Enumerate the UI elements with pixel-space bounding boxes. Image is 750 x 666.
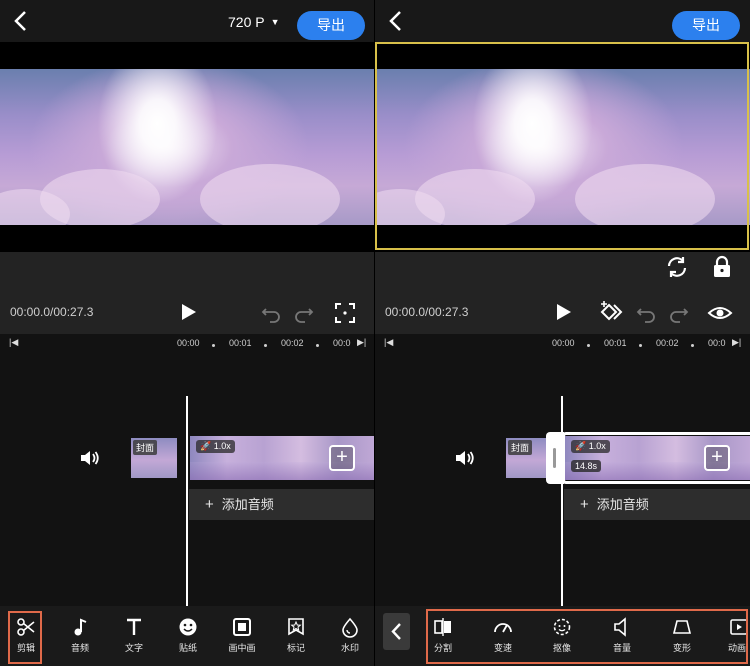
highlight-box — [426, 609, 748, 664]
cover-label: 封面 — [133, 440, 158, 455]
add-clip-button[interactable]: + — [329, 445, 355, 471]
preview-toggle-button[interactable] — [706, 299, 734, 327]
tool-pip[interactable]: 画中画 — [222, 616, 262, 654]
playhead[interactable] — [561, 396, 563, 606]
editor-panel-left: 720 P ▼ 导出 00:00.0/00:27.3 |◀ ▶| 00:00 00… — [0, 0, 375, 666]
chevron-left-icon — [389, 11, 401, 31]
fullscreen-icon — [335, 303, 355, 323]
editor-panel-right: 导出 00:00.0/00:27.3 |◀ ▶| 00:00 00:01 00:… — [375, 0, 750, 666]
text-icon — [127, 618, 141, 635]
tool-text[interactable]: 文字 — [114, 616, 154, 654]
add-audio-label: 添加音频 — [221, 497, 274, 512]
ruler-tick: 00:00 — [177, 338, 200, 348]
ruler-dot — [212, 344, 215, 347]
rotate-icon — [667, 257, 687, 277]
chevron-left-icon — [14, 11, 26, 31]
ruler-dot — [316, 344, 319, 347]
ruler-tick: 00:01 — [229, 338, 252, 348]
ruler-tick: 00:01 — [604, 338, 627, 348]
mute-button[interactable] — [453, 446, 477, 470]
add-audio-label: 添加音频 — [596, 497, 649, 512]
lock-icon — [714, 255, 730, 277]
undo-button[interactable] — [257, 299, 285, 327]
tool-audio[interactable]: 音频 — [60, 616, 100, 654]
ruler-dot — [691, 344, 694, 347]
tool-watermark[interactable]: 水印 — [330, 616, 370, 654]
ruler-tick: 00:02 — [656, 338, 679, 348]
picture-in-picture-icon — [233, 618, 251, 636]
speaker-icon — [456, 451, 474, 465]
redo-button[interactable] — [290, 299, 318, 327]
back-button[interactable] — [6, 6, 36, 36]
video-preview[interactable] — [0, 42, 375, 252]
collapse-toolbar-button[interactable] — [383, 613, 410, 650]
ruler-dot — [639, 344, 642, 347]
ruler-dot — [264, 344, 267, 347]
time-display: 00:00.0/00:27.3 — [385, 305, 469, 319]
star-badge-icon — [288, 618, 304, 636]
play-button[interactable] — [549, 298, 577, 326]
ruler-tick: 00:0 — [708, 338, 726, 348]
redo-icon — [295, 308, 314, 323]
resolution-label: 720 P — [228, 14, 265, 30]
ruler-tick: 00:00 — [552, 338, 575, 348]
back-button[interactable] — [381, 6, 411, 36]
jump-start-icon[interactable]: |◀ — [384, 337, 393, 348]
speed-badge: 🚀 1.0x — [571, 440, 610, 453]
play-icon — [182, 304, 196, 320]
fullscreen-button[interactable] — [331, 299, 359, 327]
speed-badge: 🚀 1.0x — [196, 440, 235, 453]
chevron-left-icon — [391, 623, 401, 640]
jump-end-icon[interactable]: ▶| — [732, 337, 741, 348]
clip-selection-frame[interactable] — [375, 42, 749, 250]
speaker-icon — [81, 451, 99, 465]
mute-button[interactable] — [78, 446, 102, 470]
ruler-tick: 00:0 — [333, 338, 351, 348]
lock-button[interactable] — [708, 253, 736, 281]
resolution-selector[interactable]: 720 P ▼ — [228, 14, 280, 30]
undo-icon — [261, 308, 280, 323]
add-audio-button[interactable]: + 添加音频 — [564, 489, 750, 520]
droplet-icon — [342, 617, 358, 638]
undo-button[interactable] — [632, 299, 660, 327]
redo-button[interactable] — [665, 299, 693, 327]
add-clip-button[interactable]: + — [704, 445, 730, 471]
duration-badge: 14.8s — [571, 460, 602, 472]
playhead[interactable] — [186, 396, 188, 606]
cover-thumbnail[interactable]: 封面 — [131, 438, 177, 478]
music-note-icon — [74, 618, 87, 636]
rotate-button[interactable] — [663, 253, 691, 281]
redo-icon — [670, 308, 689, 323]
play-icon — [557, 304, 571, 320]
undo-icon — [636, 308, 655, 323]
jump-end-icon[interactable]: ▶| — [357, 337, 366, 348]
ruler-tick: 00:02 — [281, 338, 304, 348]
ruler-dot — [587, 344, 590, 347]
keyframe-icon — [600, 301, 623, 321]
top-bar: 导出 — [375, 0, 750, 42]
tool-mark[interactable]: 标记 — [276, 616, 316, 654]
add-audio-button[interactable]: + 添加音频 — [189, 489, 375, 520]
highlight-box — [8, 611, 42, 664]
video-preview[interactable] — [375, 42, 750, 252]
video-frame — [0, 69, 375, 225]
top-bar: 720 P ▼ 导出 — [0, 0, 375, 42]
export-button[interactable]: 导出 — [672, 11, 740, 40]
tool-sticker[interactable]: 贴纸 — [168, 616, 208, 654]
export-button[interactable]: 导出 — [297, 11, 365, 40]
keyframe-button[interactable] — [597, 298, 625, 326]
smiley-icon — [179, 618, 197, 636]
time-display: 00:00.0/00:27.3 — [10, 305, 94, 319]
caret-down-icon: ▼ — [270, 17, 280, 27]
eye-icon — [707, 307, 733, 319]
jump-start-icon[interactable]: |◀ — [9, 337, 18, 348]
play-button[interactable] — [174, 298, 202, 326]
cover-label: 封面 — [508, 440, 533, 455]
